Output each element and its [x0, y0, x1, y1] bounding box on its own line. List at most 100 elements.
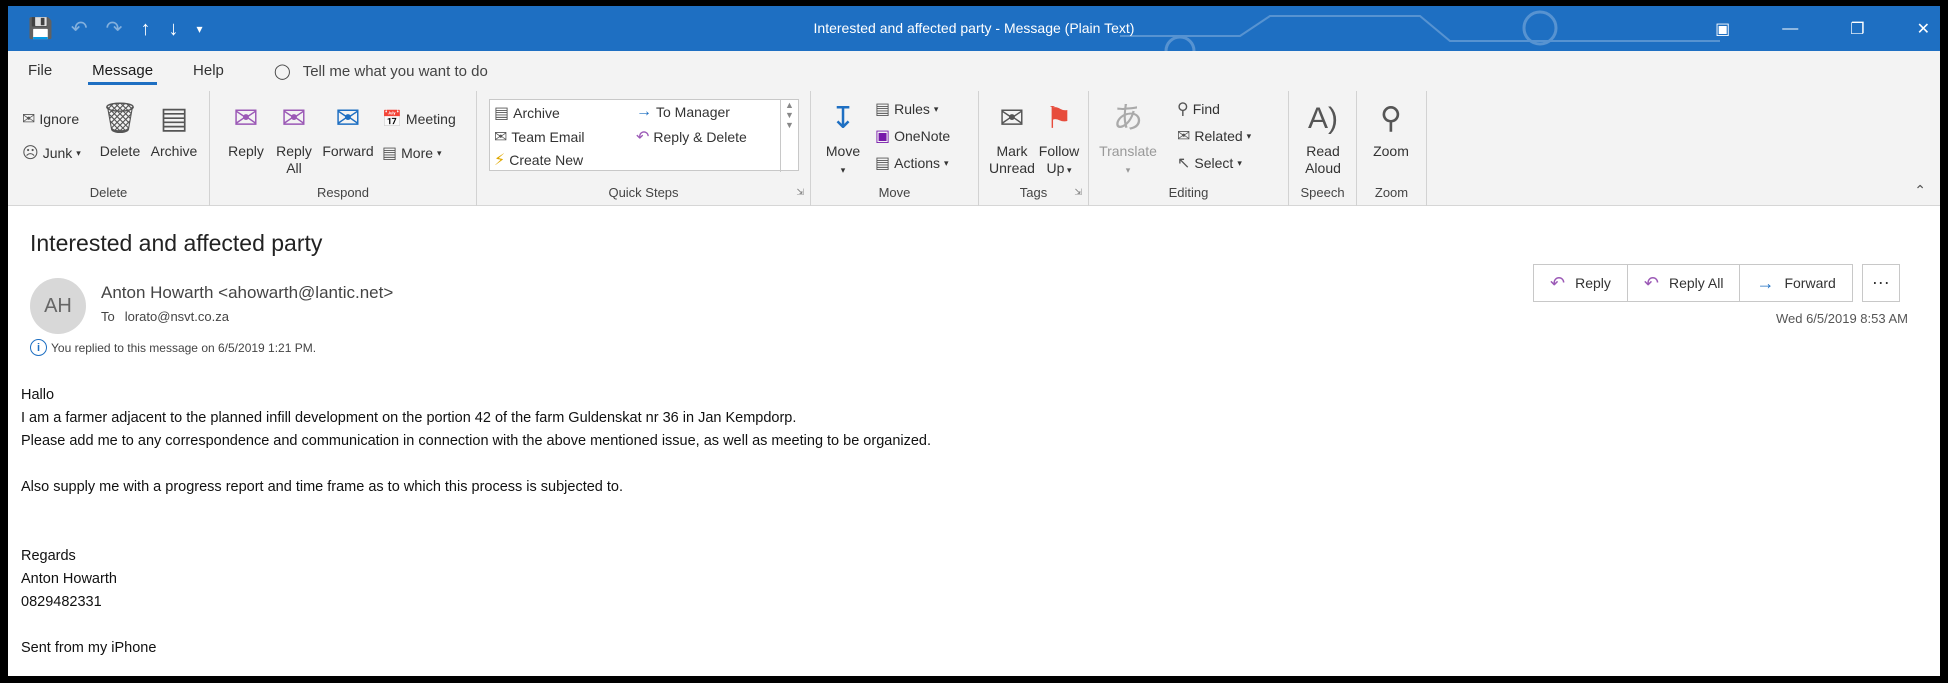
- mark-unread-icon: ✉: [999, 102, 1025, 135]
- body-line: [21, 499, 931, 522]
- lightbulb-icon: ◯: [273, 63, 291, 80]
- translate-button[interactable]: あ Translate ▾: [1097, 101, 1159, 179]
- qs-team-email[interactable]: ✉ Team Email: [494, 127, 585, 147]
- ribbon-group-editing: あ Translate ▾ ⚲ Find ✉ Related ▾ ↖ Select ▾ Edi…: [1089, 91, 1289, 206]
- ignore-button[interactable]: ✉ Ignore: [22, 109, 79, 129]
- group-label-speech: Speech: [1300, 185, 1345, 200]
- body-line: 0829482331: [21, 594, 102, 610]
- group-label-tags: Tags: [1019, 185, 1048, 200]
- qs-reply-delete[interactable]: ↶ Reply & Delete: [636, 127, 747, 147]
- close-icon[interactable]: ✕: [1917, 19, 1930, 39]
- mark-unread-button[interactable]: ✉ Mark Unread: [987, 101, 1037, 177]
- window-controls: ▣ — ❐ ✕: [1715, 6, 1930, 51]
- junk-icon: ☹: [22, 145, 39, 162]
- delete-button[interactable]: 🗑 Delete: [98, 101, 142, 160]
- body-line: [21, 453, 931, 476]
- sender[interactable]: Anton Howarth <ahowarth@lantic.net>: [101, 283, 393, 303]
- group-label-delete: Delete: [89, 185, 128, 200]
- body-line: Please add me to any correspondence and …: [21, 433, 932, 449]
- tell-me-text: Tell me what you want to do: [302, 62, 488, 80]
- move-icon: ↧: [830, 102, 856, 135]
- actions-icon: ▤: [875, 155, 891, 172]
- magnifier-icon: ⚲: [1380, 102, 1402, 135]
- actions-button[interactable]: ▤ Actions ▾: [875, 153, 949, 173]
- message-date: Wed 6/5/2019 8:53 AM: [1775, 311, 1908, 326]
- ribbon-display-icon[interactable]: ▣: [1715, 19, 1730, 39]
- to-line: To lorato@nsvt.co.za: [101, 309, 229, 324]
- body-line: I am a farmer adjacent to the planned in…: [21, 410, 797, 426]
- outlook-message-window: 💾 ↶ ↷ ↑ ↓ ▾ Interested and affected part…: [8, 6, 1940, 676]
- ribbon-group-respond: ✉ Reply ✉ Reply All ✉ Forward 📅 Meeting ▤ More…: [210, 91, 477, 206]
- cursor-icon: ↖: [1177, 155, 1191, 172]
- replied-notice: i You replied to this message on 6/5/2019…: [30, 339, 316, 356]
- calendar-icon: 📅: [382, 111, 402, 128]
- arrow-right-icon: →: [636, 103, 652, 120]
- follow-up-button[interactable]: ⚑ Follow Up ▾: [1037, 101, 1081, 179]
- related-button[interactable]: ✉ Related ▾: [1177, 126, 1251, 146]
- group-label-editing: Editing: [1168, 185, 1209, 200]
- more-respond-button[interactable]: ▤ More ▾: [382, 143, 442, 163]
- qs-create-new[interactable]: ⚡ Create New: [494, 150, 583, 170]
- menu-file[interactable]: File: [8, 51, 72, 91]
- body-line: Sent from my iPhone: [21, 640, 157, 656]
- meeting-button[interactable]: 📅 Meeting: [382, 109, 456, 129]
- read-aloud-icon: A): [1308, 102, 1338, 135]
- ribbon: ✉ Ignore ☹ Junk ▾ 🗑 Delete ▤ Archive Delete ✉…: [8, 91, 1940, 206]
- avatar[interactable]: AH: [30, 278, 86, 334]
- reply-button[interactable]: ↶ Reply: [1533, 264, 1628, 302]
- read-aloud-button[interactable]: A) Read Aloud: [1295, 101, 1351, 177]
- ribbon-group-speech: A) Read Aloud Speech: [1289, 91, 1357, 206]
- forward-button[interactable]: → Forward: [1739, 264, 1853, 302]
- qs-archive-icon: ▤: [494, 105, 510, 122]
- lightning-icon: ⚡: [494, 152, 506, 169]
- qs-archive[interactable]: ▤ Archive: [494, 103, 560, 123]
- select-button[interactable]: ↖ Select ▾: [1177, 153, 1242, 173]
- message-actions: ↶ Reply ↶ Reply All → Forward ···: [1533, 264, 1900, 302]
- reply-all-ribbon-button[interactable]: ✉ Reply All: [272, 101, 316, 177]
- menu-help[interactable]: Help: [173, 51, 244, 91]
- forward-arrow-icon: →: [1756, 272, 1775, 293]
- quick-steps-scroll[interactable]: ▲ ▼ ▼: [780, 100, 798, 172]
- ribbon-group-quick-steps: ▤ Archive → To Manager ✉ Team Email ↶ Reply …: [477, 91, 811, 206]
- trash-icon: 🗑: [100, 102, 140, 135]
- ribbon-group-zoom: ⚲ Zoom Zoom: [1357, 91, 1427, 206]
- archive-icon: ▤: [159, 102, 189, 135]
- menu-bar: File Message Help ◯ Tell me what you wan…: [8, 51, 1940, 91]
- body-line: Also supply me with a progress report an…: [21, 479, 624, 495]
- collapse-ribbon-icon[interactable]: ⌃: [1914, 182, 1926, 199]
- move-button[interactable]: ↧ Move ▾: [821, 101, 865, 179]
- message-body: Hallo I am a farmer adjacent to the plan…: [21, 384, 931, 660]
- recipient[interactable]: lorato@nsvt.co.za: [125, 309, 229, 324]
- zoom-button[interactable]: ⚲ Zoom: [1363, 101, 1419, 160]
- junk-button[interactable]: ☹ Junk ▾: [22, 143, 81, 163]
- forward-ribbon-button[interactable]: ✉ Forward: [320, 101, 376, 160]
- onenote-button[interactable]: ▣ OneNote: [875, 126, 950, 146]
- body-line: [21, 614, 931, 637]
- group-label-zoom: Zoom: [1374, 185, 1409, 200]
- envelope-icon: ✉: [494, 129, 508, 146]
- to-label: To: [101, 309, 115, 324]
- body-line: Anton Howarth: [21, 571, 117, 587]
- body-line: Regards: [21, 548, 76, 564]
- qs-to-manager[interactable]: → To Manager: [636, 103, 730, 121]
- related-icon: ✉: [1177, 128, 1191, 145]
- quick-steps-gallery: ▤ Archive → To Manager ✉ Team Email ↶ Reply …: [489, 99, 799, 172]
- message-subject: Interested and affected party: [30, 230, 323, 256]
- translate-icon: あ: [1113, 102, 1143, 135]
- restore-icon[interactable]: ❐: [1850, 19, 1864, 39]
- forward-icon: ✉: [335, 102, 361, 135]
- rules-button[interactable]: ▤ Rules ▾: [875, 99, 938, 119]
- menu-message[interactable]: Message: [72, 51, 173, 91]
- rules-icon: ▤: [875, 101, 891, 118]
- group-label-quick-steps: Quick Steps: [608, 185, 679, 200]
- group-label-respond: Respond: [316, 185, 370, 200]
- find-button[interactable]: ⚲ Find: [1177, 99, 1220, 119]
- archive-button[interactable]: ▤ Archive: [146, 101, 202, 160]
- ribbon-group-move: ↧ Move ▾ ▤ Rules ▾ ▣ OneNote ▤ Actions ▾ Move: [811, 91, 979, 206]
- flag-icon: ⚑: [1045, 102, 1073, 135]
- tell-me-box[interactable]: ◯ Tell me what you want to do: [244, 62, 488, 81]
- reply-all-button[interactable]: ↶ Reply All: [1626, 264, 1741, 302]
- minimize-icon[interactable]: —: [1782, 20, 1798, 38]
- reply-ribbon-button[interactable]: ✉ Reply: [224, 101, 268, 160]
- more-actions-button[interactable]: ···: [1861, 264, 1900, 302]
